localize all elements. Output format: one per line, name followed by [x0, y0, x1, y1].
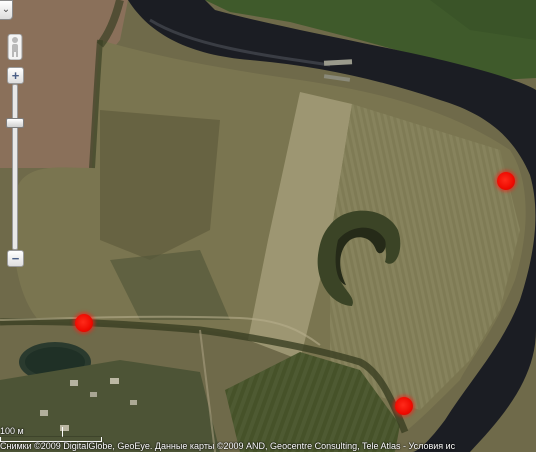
zoom-in-button[interactable]: +: [7, 67, 24, 84]
map-marker[interactable]: [75, 314, 93, 332]
zoom-slider[interactable]: [12, 84, 18, 250]
zoom-out-button[interactable]: −: [7, 250, 24, 267]
zoom-slider-handle[interactable]: [6, 118, 24, 128]
pan-control[interactable]: ⌄: [0, 0, 13, 20]
pegman-icon[interactable]: [6, 34, 24, 60]
satellite-imagery[interactable]: [0, 0, 536, 452]
chevron-down-icon: ⌄: [1, 4, 11, 15]
scale-label: 100 м: [0, 426, 24, 436]
attribution-text: Снимки ©2009 DigitalGlobe, GeoEye. Данны…: [0, 441, 406, 451]
map-marker[interactable]: [497, 172, 515, 190]
map-marker[interactable]: [395, 397, 413, 415]
terms-link[interactable]: Условия ис: [409, 441, 456, 451]
map-attribution: Снимки ©2009 DigitalGlobe, GeoEye. Данны…: [0, 441, 536, 452]
map-view[interactable]: ⌄ + − 100 м Снимки ©2009 DigitalGlobe, G…: [0, 0, 536, 452]
